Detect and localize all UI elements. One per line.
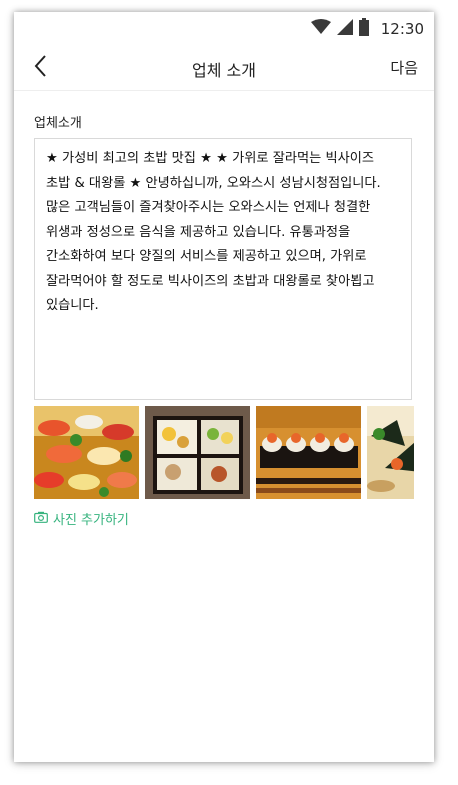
page-title: 업체 소개: [192, 61, 256, 80]
section-label: 업체소개: [34, 116, 82, 131]
camera-icon: [34, 511, 48, 527]
add-photo-label: 사진 추가하기: [53, 513, 129, 528]
photo-bento-box[interactable]: [145, 406, 250, 499]
status-icons: 12:30: [310, 18, 424, 40]
status-time: 12:30: [380, 20, 424, 38]
photo-sushi-rolls[interactable]: [256, 406, 361, 499]
photo-hand-rolls[interactable]: [367, 406, 414, 499]
nav-bar: 업체 소개 다음: [14, 46, 434, 91]
status-bar: 12:30: [14, 12, 434, 46]
photo-sushi-platter[interactable]: [34, 406, 139, 499]
description-textarea[interactable]: ★ 가성비 최고의 초밥 맛집 ★ ★ 가위로 잘라먹는 빅사이즈 초밥 & 대…: [34, 138, 412, 400]
phone-screen: 12:30 업체 소개 다음 업체소개 ★ 가성비 최고의 초밥 맛집 ★ ★ …: [14, 12, 434, 762]
next-button[interactable]: 다음: [390, 57, 418, 78]
photo-strip[interactable]: [34, 406, 414, 501]
add-photo-button[interactable]: 사진 추가하기: [34, 509, 129, 528]
wifi-icon: [310, 19, 331, 39]
battery-icon: [358, 18, 369, 40]
signal-icon: [336, 19, 353, 39]
